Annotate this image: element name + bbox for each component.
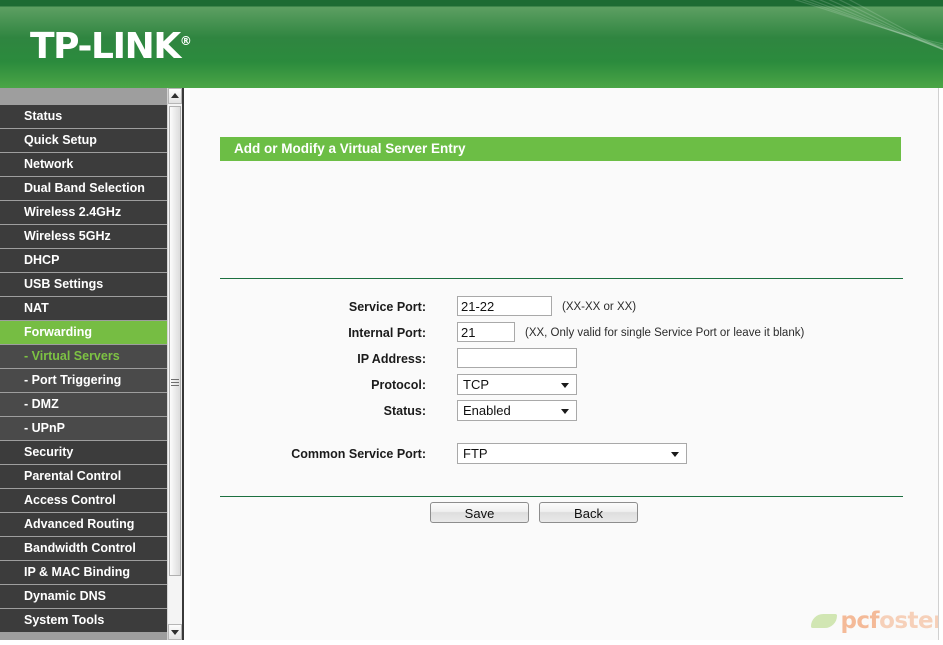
chevron-down-icon [561, 408, 569, 414]
common-service-port-select[interactable]: FTP [457, 443, 687, 464]
leaf-icon [811, 614, 838, 628]
protocol-select[interactable]: TCP [457, 374, 577, 395]
internal-port-label: Internal Port: [348, 326, 426, 340]
ip-address-label: IP Address: [357, 352, 426, 366]
field-row-protocol: Protocol: TCP [220, 374, 903, 396]
status-label: Status: [383, 404, 426, 418]
sidebar-item-quick-setup[interactable]: Quick Setup [0, 129, 167, 152]
protocol-label: Protocol: [371, 378, 426, 392]
field-row-internal-port: Internal Port: (XX, Only valid for singl… [220, 322, 903, 344]
main-content: Add or Modify a Virtual Server Entry Ser… [190, 88, 939, 640]
service-port-hint: (XX-XX or XX) [562, 301, 637, 313]
sidebar-item-bandwidth-control[interactable]: Bandwidth Control [0, 537, 167, 560]
sidebar-item-usb-settings[interactable]: USB Settings [0, 273, 167, 296]
scrollbar-track[interactable] [168, 104, 182, 624]
sidebar-item-dhcp[interactable]: DHCP [0, 249, 167, 272]
tp-link-logo: TP-LINK® [30, 29, 192, 65]
field-row-common-service-port: Common Service Port: FTP [220, 443, 903, 465]
sidebar-item-dual-band-selection[interactable]: Dual Band Selection [0, 177, 167, 200]
sidebar-content-divider [182, 88, 184, 640]
sidebar-item-security[interactable]: Security [0, 441, 167, 464]
sidebar-item-virtual-servers[interactable]: - Virtual Servers [0, 345, 167, 368]
page-title: Add or Modify a Virtual Server Entry [220, 137, 901, 161]
sidebar-item-dmz[interactable]: - DMZ [0, 393, 167, 416]
chevron-down-icon [561, 382, 569, 388]
scroll-up-button[interactable] [168, 88, 182, 104]
sidebar-item-status[interactable]: Status [0, 105, 167, 128]
sidebar-item-forwarding[interactable]: Forwarding [0, 321, 167, 344]
sidebar-item-system-tools[interactable]: System Tools [0, 609, 167, 632]
pcfoster-watermark: pcfoster [811, 606, 939, 636]
chevron-down-icon [171, 630, 179, 635]
common-service-port-label: Common Service Port: [291, 447, 426, 461]
page-bottom-strip [0, 640, 943, 645]
sidebar-item-parental-control[interactable]: Parental Control [0, 465, 167, 488]
protocol-selected-value: TCP [463, 377, 489, 392]
service-port-input[interactable] [457, 296, 552, 316]
common-service-port-selected-value: FTP [463, 446, 488, 461]
internal-port-hint: (XX, Only valid for single Service Port … [525, 327, 805, 339]
form-top-divider [220, 278, 903, 279]
sidebar-item-wireless-2-4ghz[interactable]: Wireless 2.4GHz [0, 201, 167, 224]
save-button[interactable]: Save [430, 502, 529, 523]
sidebar-item-wireless-5ghz[interactable]: Wireless 5GHz [0, 225, 167, 248]
watermark-text-primary: pcf [840, 608, 880, 634]
header-swoosh-decoration [794, 0, 943, 51]
sidebar: Status Quick Setup Network Dual Band Select… [0, 88, 182, 640]
registered-mark: ® [179, 34, 192, 48]
chevron-down-icon [671, 451, 679, 457]
sidebar-menu-list: Status Quick Setup Network Dual Band Select… [0, 105, 167, 632]
scrollbar-grip-icon [171, 379, 179, 386]
chevron-up-icon [171, 93, 179, 98]
field-row-ip-address: IP Address: [220, 348, 903, 370]
scrollbar-thumb[interactable] [169, 106, 181, 576]
sidebar-scrollbar[interactable] [167, 88, 182, 640]
service-port-label: Service Port: [348, 300, 426, 314]
sidebar-item-advanced-routing[interactable]: Advanced Routing [0, 513, 167, 536]
status-selected-value: Enabled [463, 403, 511, 418]
sidebar-item-port-triggering[interactable]: - Port Triggering [0, 369, 167, 392]
field-row-status: Status: Enabled [220, 400, 903, 422]
sidebar-item-nat[interactable]: NAT [0, 297, 167, 320]
sidebar-item-access-control[interactable]: Access Control [0, 489, 167, 512]
scroll-down-button[interactable] [168, 624, 182, 640]
field-row-service-port: Service Port: (XX-XX or XX) [220, 296, 903, 318]
sidebar-item-network[interactable]: Network [0, 153, 167, 176]
status-select[interactable]: Enabled [457, 400, 577, 421]
sidebar-menu: Status Quick Setup Network Dual Band Select… [0, 88, 167, 640]
form-bottom-divider [220, 496, 903, 497]
sidebar-item-ip-mac-binding[interactable]: IP & MAC Binding [0, 561, 167, 584]
watermark-text-secondary: oster [879, 608, 939, 634]
back-button[interactable]: Back [539, 502, 638, 523]
sidebar-item-dynamic-dns[interactable]: Dynamic DNS [0, 585, 167, 608]
page-header: TP-LINK® [0, 0, 943, 88]
sidebar-item-upnp[interactable]: - UPnP [0, 417, 167, 440]
sidebar-top-gap [0, 88, 167, 105]
watermark-text: pcfoster [840, 608, 939, 634]
ip-address-input[interactable] [457, 348, 577, 368]
page-body: Status Quick Setup Network Dual Band Select… [0, 88, 943, 640]
logo-text: TP-LINK [30, 26, 181, 67]
internal-port-input[interactable] [457, 322, 515, 342]
